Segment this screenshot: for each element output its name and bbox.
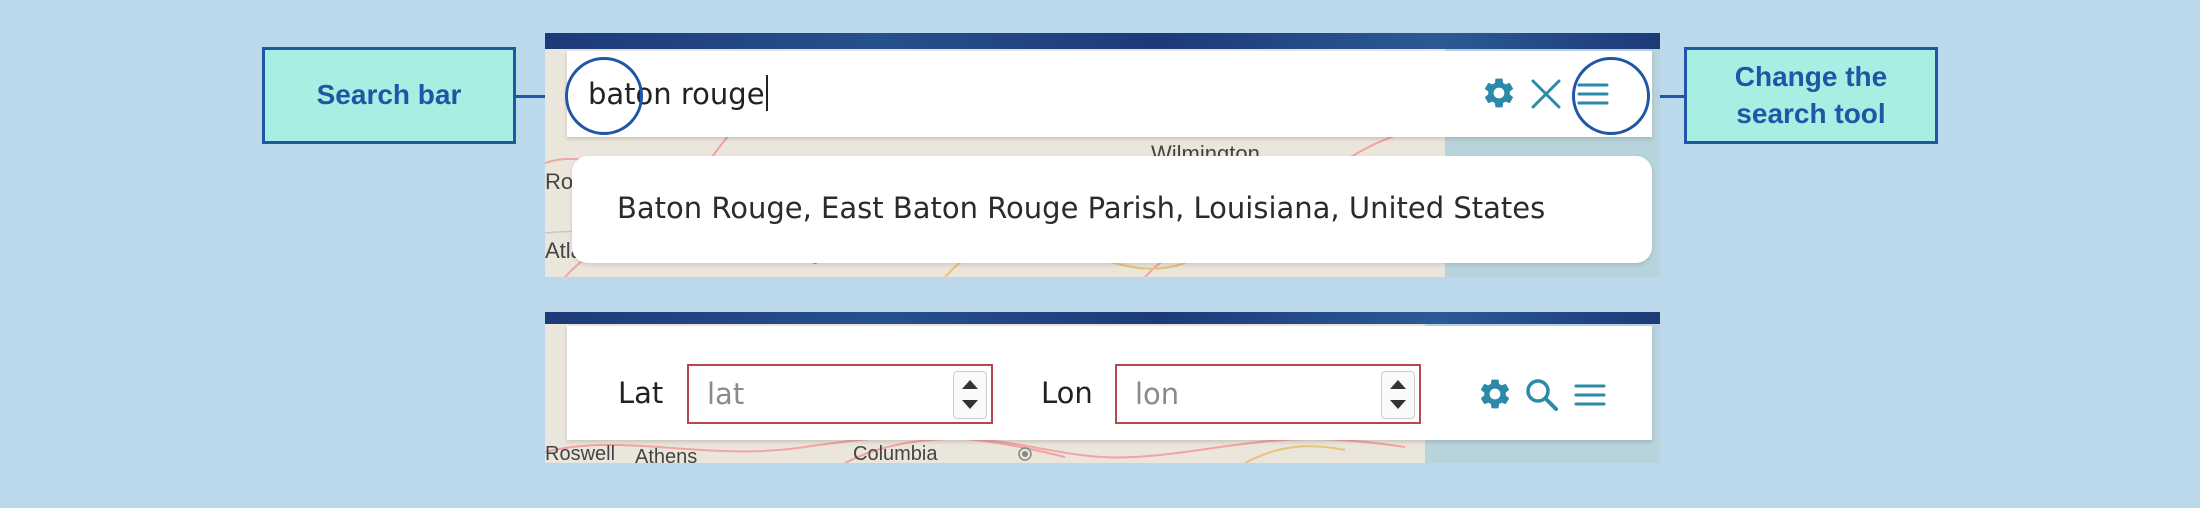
change-tool-callout-line2: search tool	[1736, 97, 1886, 129]
menu-button-highlight-ring	[1572, 57, 1650, 135]
lat-field[interactable]	[687, 364, 993, 424]
gear-icon[interactable]	[1477, 376, 1513, 417]
map-top-strip	[545, 33, 1660, 49]
map-label: Roswell	[545, 443, 616, 463]
coordinate-panel: Roswell Athens Columbia Lat Lon	[545, 312, 1660, 463]
gear-icon[interactable]	[1481, 75, 1517, 116]
lat-input[interactable]	[689, 366, 949, 422]
text-caret	[765, 75, 768, 111]
search-panel: Ros Atla Wilmington baton rouge Baton Ro…	[545, 33, 1660, 277]
search-bar[interactable]: baton rouge	[567, 51, 1652, 137]
decrement-arrow-icon[interactable]	[961, 399, 979, 411]
search-bar-callout-text: Search bar	[316, 79, 462, 111]
increment-arrow-icon[interactable]	[1389, 378, 1407, 390]
search-bar-callout: Search bar	[262, 47, 516, 144]
map-top-strip	[545, 312, 1660, 324]
hamburger-menu-icon[interactable]	[1571, 376, 1609, 419]
lat-label: Lat	[618, 376, 664, 410]
decrement-arrow-icon[interactable]	[1389, 399, 1407, 411]
search-result-text: Baton Rouge, East Baton Rouge Parish, Lo…	[617, 191, 1546, 225]
map-label: Columbia	[853, 443, 938, 463]
search-bar-highlight-ring	[565, 57, 643, 135]
increment-arrow-icon[interactable]	[961, 378, 979, 390]
search-result-item[interactable]: Baton Rouge, East Baton Rouge Parish, Lo…	[572, 156, 1652, 263]
lat-stepper[interactable]	[953, 371, 987, 419]
coordinate-search-bar: Lat Lon	[567, 326, 1652, 440]
close-icon[interactable]	[1527, 75, 1565, 118]
lon-stepper[interactable]	[1381, 371, 1415, 419]
lon-field[interactable]	[1115, 364, 1421, 424]
change-tool-callout-line1: Change the	[1734, 61, 1888, 93]
lon-input[interactable]	[1117, 366, 1377, 422]
map-label: Athens	[635, 446, 698, 463]
change-tool-callout: Change the search tool	[1684, 47, 1938, 144]
search-icon[interactable]	[1523, 376, 1561, 419]
lon-label: Lon	[1041, 376, 1093, 410]
